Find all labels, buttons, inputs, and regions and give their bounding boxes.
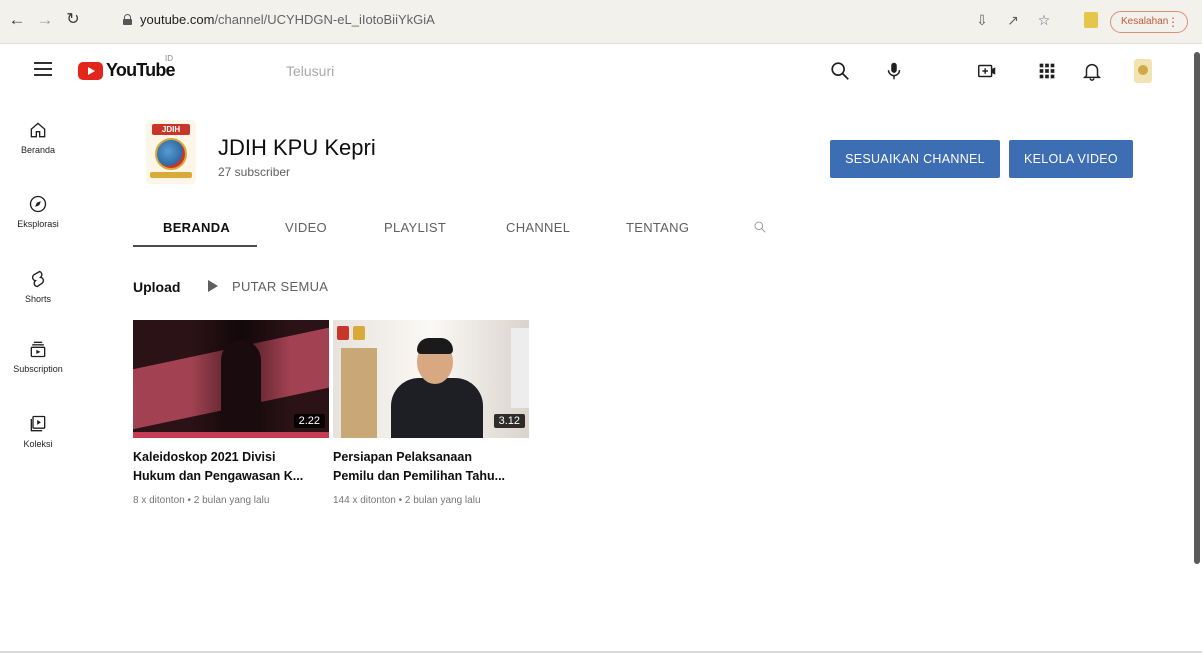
- manage-videos-button[interactable]: KELOLA VIDEO: [1009, 140, 1133, 178]
- channel-name: JDIH KPU Kepri: [218, 135, 376, 160]
- video-thumbnail[interactable]: 3.12: [333, 320, 529, 438]
- video-duration: 3.12: [493, 414, 525, 428]
- shorts-icon: [32, 270, 44, 288]
- tab-tentang[interactable]: TENTANG: [626, 220, 689, 235]
- mic-icon[interactable]: [883, 60, 905, 82]
- video-meta: 8 x ditonton • 2 bulan yang lalu: [133, 495, 270, 506]
- video-duration: 2.22: [293, 414, 325, 428]
- guide-label: Shorts: [24, 294, 51, 304]
- active-tab-indicator: [133, 245, 257, 247]
- avatar-text: JDIH: [152, 124, 190, 135]
- video-title[interactable]: Kaleidoskop 2021 Divisi Hukum dan Pengaw…: [133, 448, 309, 486]
- tab-channel[interactable]: CHANNEL: [506, 220, 570, 235]
- url-path: /channel/UCYHDGN-eL_iIotoBiiYkGiA: [214, 12, 435, 27]
- guide-label: Eksplorasi: [17, 219, 59, 229]
- lock-icon[interactable]: [123, 14, 132, 25]
- create-icon[interactable]: [976, 60, 998, 82]
- ribbon-icon: [150, 172, 192, 178]
- url-domain: youtube.com: [140, 12, 215, 27]
- browser-toolbar: ← → ↻ youtube.com/channel/UCYHDGN-eL_iIo…: [0, 0, 1202, 44]
- guide-label: Koleksi: [23, 439, 53, 449]
- guide-item-shorts[interactable]: Shorts: [0, 269, 76, 304]
- tab-video[interactable]: VIDEO: [285, 220, 327, 235]
- youtube-play-icon: [78, 61, 103, 80]
- compass-icon: [29, 195, 47, 213]
- url-text[interactable]: youtube.com/channel/UCYHDGN-eL_iIotoBiiY…: [140, 12, 435, 27]
- video-thumbnail[interactable]: 2.22: [133, 320, 329, 438]
- tab-playlist[interactable]: PLAYLIST: [384, 220, 446, 235]
- guide-item-eksplorasi[interactable]: Eksplorasi: [0, 194, 76, 229]
- video-card[interactable]: 3.12 Persiapan Pelaksanaan Pemilu dan Pe…: [333, 320, 529, 506]
- country-code: ID: [165, 54, 173, 63]
- search-icon[interactable]: [829, 60, 851, 82]
- back-icon[interactable]: ←: [6, 9, 28, 31]
- shelf-title[interactable]: Upload: [133, 279, 180, 295]
- video-title[interactable]: Persiapan Pelaksanaan Pemilu dan Pemilih…: [333, 448, 509, 486]
- video-card[interactable]: 2.22 Kaleidoskop 2021 Divisi Hukum dan P…: [133, 320, 329, 506]
- page-scrollbar[interactable]: [1194, 52, 1200, 564]
- video-meta: 144 x ditonton • 2 bulan yang lalu: [333, 495, 481, 506]
- youtube-logo[interactable]: YouTube: [78, 60, 176, 81]
- guide-label: Beranda: [20, 145, 56, 155]
- customize-channel-button[interactable]: SESUAIKAN CHANNEL: [830, 140, 1000, 178]
- logo-text: YouTube: [106, 60, 176, 80]
- play-icon[interactable]: [208, 280, 218, 292]
- globe-emblem-icon: [155, 138, 187, 170]
- watch-progress-bar: [133, 432, 329, 438]
- hamburger-icon[interactable]: [34, 62, 52, 76]
- guide-label: Subscription: [13, 364, 63, 374]
- account-avatar[interactable]: [1134, 59, 1152, 83]
- channel-avatar[interactable]: JDIH: [146, 120, 196, 184]
- apps-icon[interactable]: [1036, 60, 1058, 82]
- subscriber-count: 27 subscriber: [218, 165, 291, 179]
- guide-item-subscription[interactable]: Subscription: [0, 339, 76, 374]
- bell-icon[interactable]: [1081, 60, 1103, 82]
- kebab-icon[interactable]: ⋮: [1167, 12, 1179, 32]
- browser-action-icons: ⇩ ↗ ☆: [974, 12, 1052, 28]
- reload-icon[interactable]: ↻: [62, 9, 84, 31]
- subscriptions-icon: [30, 341, 46, 358]
- forward-icon[interactable]: →: [34, 9, 56, 31]
- star-icon[interactable]: ☆: [1036, 12, 1052, 28]
- library-icon: [30, 415, 46, 432]
- guide-item-beranda[interactable]: Beranda: [0, 120, 76, 155]
- channel-search-icon[interactable]: [753, 220, 767, 234]
- search-input[interactable]: Telusuri: [286, 63, 334, 79]
- profile-button[interactable]: Kesalahan ⋮: [1110, 11, 1188, 33]
- play-all-button[interactable]: PUTAR SEMUA: [232, 279, 328, 294]
- masthead: YouTube ID Telusuri: [0, 44, 1190, 98]
- tab-beranda[interactable]: BERANDA: [163, 220, 230, 235]
- home-icon: [30, 122, 46, 138]
- guide-item-koleksi[interactable]: Koleksi: [0, 414, 76, 449]
- extension-icon[interactable]: [1084, 12, 1098, 28]
- install-icon[interactable]: ⇩: [974, 12, 990, 28]
- profile-label: Kesalahan: [1121, 16, 1169, 27]
- share-icon[interactable]: ↗: [1005, 12, 1021, 28]
